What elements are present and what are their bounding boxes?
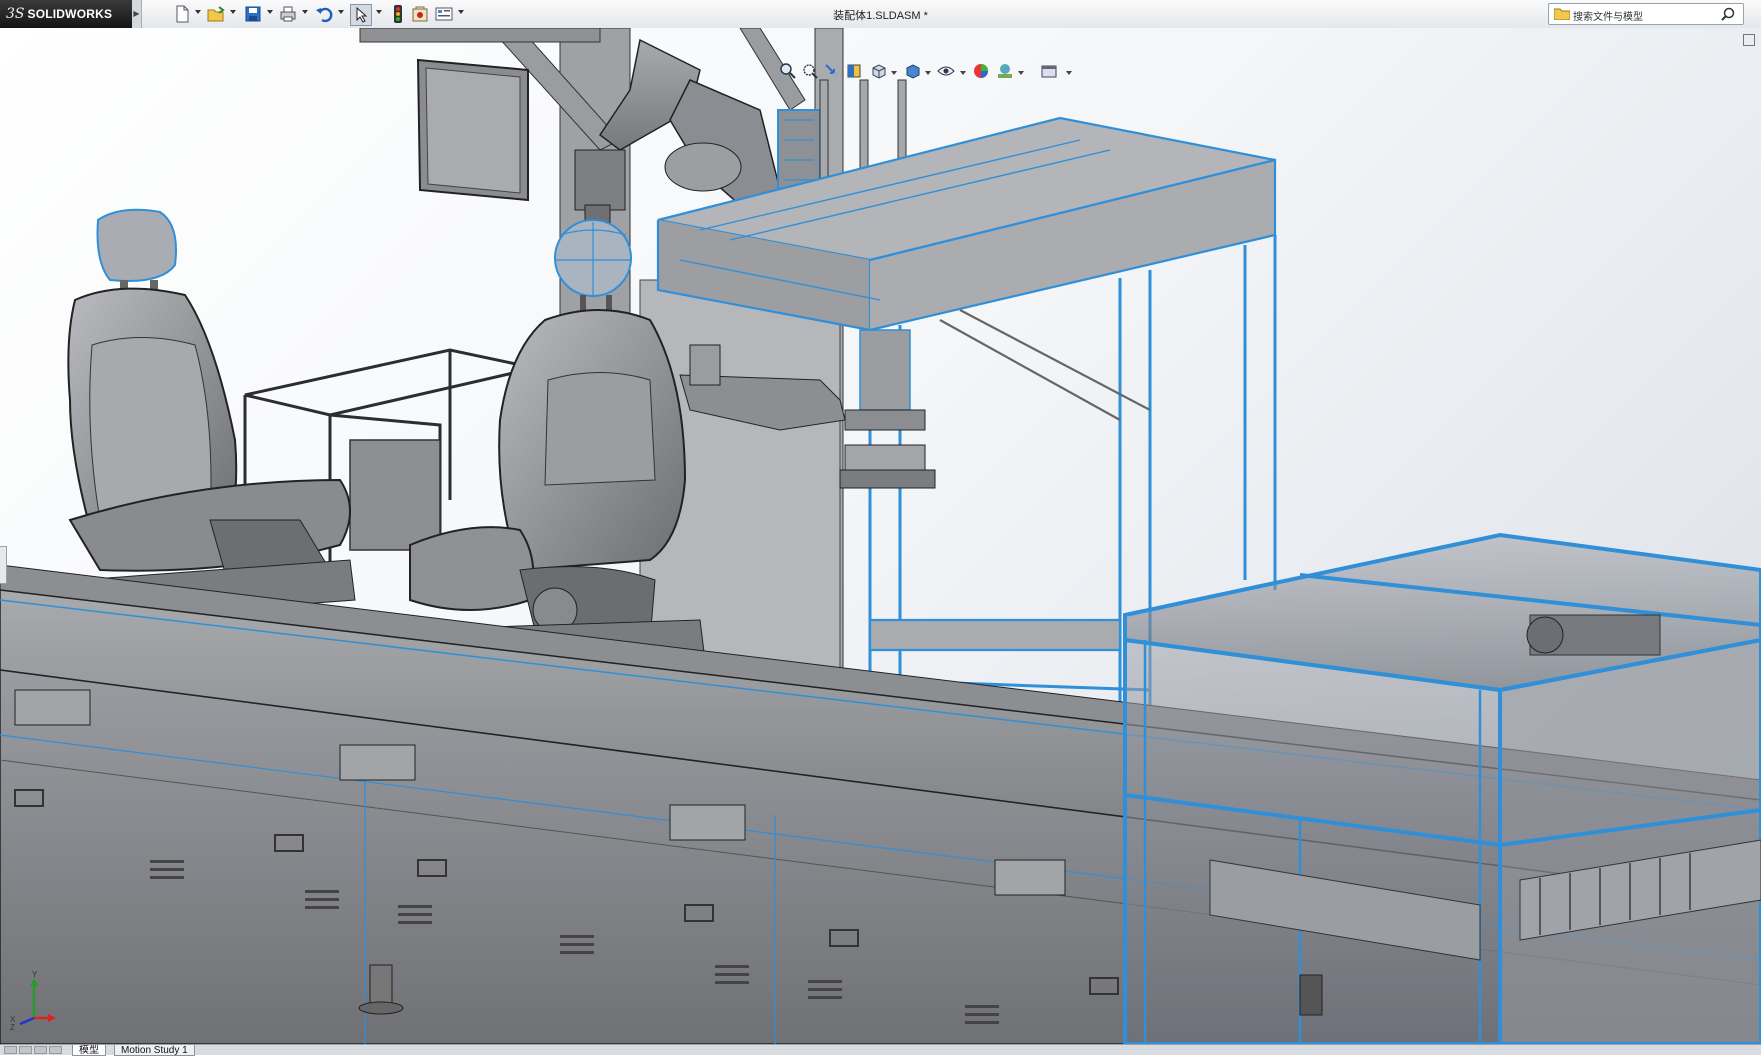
- print-dropdown[interactable]: [302, 10, 308, 14]
- assembly-model[interactable]: [0, 28, 1761, 1044]
- tab-model[interactable]: 模型: [72, 1045, 106, 1056]
- menu-expand-button[interactable]: ▶: [132, 0, 142, 28]
- next-tab-icon[interactable]: [34, 1046, 47, 1054]
- search-box[interactable]: 搜索文件与模型: [1548, 3, 1744, 25]
- last-tab-icon[interactable]: [49, 1046, 62, 1054]
- edit-appearance-icon[interactable]: [972, 62, 990, 80]
- display-style-icon[interactable]: [904, 62, 922, 80]
- select-dropdown[interactable]: [376, 10, 382, 14]
- graphics-viewport[interactable]: Y X Z: [0, 28, 1761, 1044]
- view-settings-icon[interactable]: [1040, 62, 1058, 80]
- svg-text:Y: Y: [32, 970, 38, 979]
- customize-icon[interactable]: [434, 4, 454, 24]
- app-name: SOLIDWORKS: [27, 7, 113, 21]
- options-icon[interactable]: [410, 4, 430, 24]
- hide-show-dropdown[interactable]: [960, 71, 966, 75]
- search-icon[interactable]: [1721, 7, 1735, 21]
- undo-dropdown[interactable]: [338, 10, 344, 14]
- traffic-light-icon[interactable]: [388, 4, 408, 24]
- feature-manager-handle[interactable]: [0, 546, 7, 584]
- monitor-screen[interactable]: [416, 58, 529, 202]
- zoom-to-area-icon[interactable]: [801, 62, 819, 80]
- view-orientation-dropdown[interactable]: [891, 71, 897, 75]
- zoom-to-fit-icon[interactable]: [779, 62, 797, 80]
- title-bar: 3S SOLIDWORKS ▶ 装配体1.SLDASM * 搜索文件与模型: [0, 0, 1761, 29]
- new-file-icon[interactable]: [172, 4, 192, 24]
- undo-icon[interactable]: [314, 4, 334, 24]
- search-input[interactable]: 搜索文件与模型: [1573, 8, 1643, 23]
- save-dropdown[interactable]: [267, 10, 273, 14]
- print-icon[interactable]: [278, 4, 298, 24]
- solidworks-logo[interactable]: 3S SOLIDWORKS: [0, 0, 132, 28]
- new-file-dropdown[interactable]: [195, 10, 201, 14]
- apply-scene-dropdown[interactable]: [1018, 71, 1024, 75]
- folder-icon: [1554, 8, 1570, 20]
- customize-dropdown[interactable]: [458, 10, 464, 14]
- save-icon[interactable]: [243, 4, 263, 24]
- first-tab-icon[interactable]: [4, 1046, 17, 1054]
- document-title: 装配体1.SLDASM *: [833, 10, 928, 22]
- section-view-icon[interactable]: [845, 62, 863, 80]
- view-orientation-icon[interactable]: [870, 62, 888, 80]
- prev-tab-icon[interactable]: [19, 1046, 32, 1054]
- car-seat-left[interactable]: [67, 208, 356, 621]
- gripper-assembly[interactable]: [839, 329, 936, 489]
- guard-enclosure[interactable]: [1123, 532, 1761, 1044]
- hide-show-items-icon[interactable]: [937, 62, 955, 80]
- tab-scroll-buttons[interactable]: [4, 1046, 62, 1054]
- coordinate-triad: Y X Z: [10, 970, 56, 1030]
- previous-view-icon[interactable]: [823, 62, 841, 80]
- svg-text:Z: Z: [10, 1023, 15, 1030]
- restore-viewport-icon[interactable]: [1743, 34, 1755, 46]
- display-style-dropdown[interactable]: [925, 71, 931, 75]
- bottom-tab-bar: 模型 Motion Study 1: [0, 1044, 1761, 1056]
- tab-motion-study[interactable]: Motion Study 1: [114, 1045, 195, 1056]
- open-file-icon[interactable]: [206, 4, 226, 24]
- ds-logo-icon: 3S: [6, 6, 25, 22]
- view-settings-dropdown[interactable]: [1066, 71, 1072, 75]
- select-cursor-icon[interactable]: [350, 4, 372, 26]
- open-file-dropdown[interactable]: [230, 10, 236, 14]
- apply-scene-icon[interactable]: [996, 62, 1014, 80]
